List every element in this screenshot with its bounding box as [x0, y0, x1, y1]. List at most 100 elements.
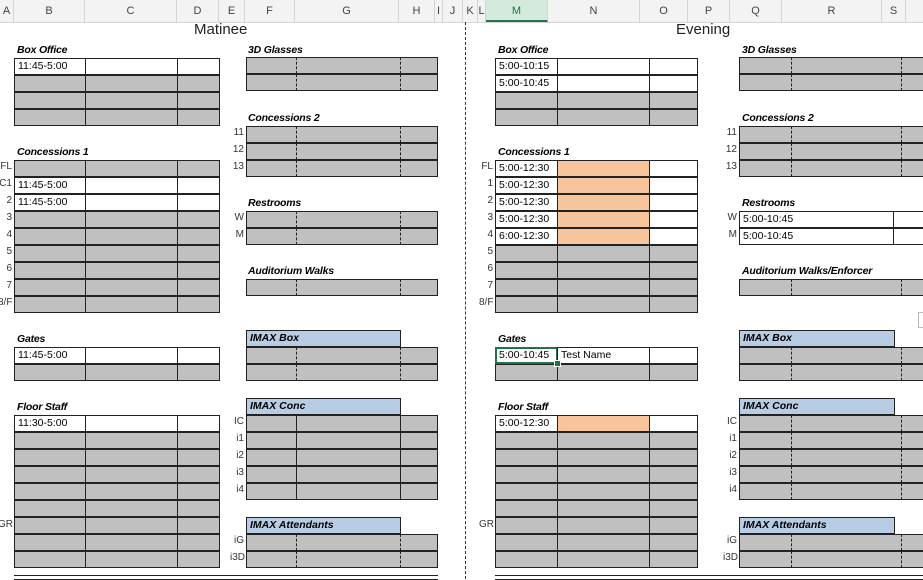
evening-imax-conc-cell[interactable]	[739, 483, 792, 500]
matinee-name-cell[interactable]	[85, 347, 178, 364]
column-header-b[interactable]: B	[14, 0, 85, 22]
matinee-concessions2-cell[interactable]	[400, 126, 438, 143]
matinee-extra-cell[interactable]	[177, 347, 220, 364]
column-header-l[interactable]: L	[478, 0, 486, 22]
evening-name-cell[interactable]	[557, 432, 650, 449]
matinee-name-cell[interactable]	[85, 551, 178, 568]
evening-extra-cell[interactable]	[649, 296, 698, 313]
evening-extra-cell[interactable]	[649, 364, 698, 381]
evening-3d-glasses-cell[interactable]	[739, 57, 792, 74]
matinee-time-cell[interactable]	[14, 245, 86, 262]
evening-imax-attendants-cell[interactable]	[739, 534, 792, 551]
evening-time-cell[interactable]	[495, 551, 558, 568]
matinee-restrooms-cell[interactable]	[400, 211, 438, 228]
evening-imax-conc-cell[interactable]	[791, 415, 902, 432]
evening-3d-glasses-cell[interactable]	[739, 74, 792, 91]
matinee-extra-cell[interactable]	[177, 160, 220, 177]
matinee-extra-cell[interactable]	[177, 466, 220, 483]
column-header-m[interactable]: M	[486, 0, 548, 22]
evening-extra-cell[interactable]	[649, 415, 698, 432]
matinee-name-cell[interactable]	[85, 296, 178, 313]
matinee-time-cell[interactable]	[14, 551, 86, 568]
matinee-imax-conc-cell[interactable]	[296, 483, 401, 500]
matinee-extra-cell[interactable]	[177, 194, 220, 211]
matinee-concessions2-cell[interactable]	[296, 160, 401, 177]
matinee-extra-cell[interactable]	[177, 228, 220, 245]
evening-time-cell[interactable]: 5:00-12:30	[495, 194, 558, 211]
evening-concessions2-cell[interactable]	[901, 160, 923, 177]
matinee-time-cell[interactable]	[14, 262, 86, 279]
matinee-name-cell[interactable]	[85, 177, 178, 194]
matinee-imax-box-cell[interactable]	[296, 364, 401, 381]
fill-handle[interactable]	[554, 360, 561, 367]
evening-imax-conc-cell[interactable]	[901, 449, 923, 466]
matinee-extra-cell[interactable]	[177, 534, 220, 551]
matinee-3d-glasses-cell[interactable]	[246, 74, 297, 91]
evening-time-cell[interactable]	[495, 449, 558, 466]
matinee-time-cell[interactable]: 11:45-5:00	[14, 347, 86, 364]
evening-time-cell[interactable]	[495, 500, 558, 517]
matinee-imax-conc-cell[interactable]	[296, 432, 401, 449]
matinee-imax-attendants-cell[interactable]	[400, 534, 438, 551]
matinee-name-cell[interactable]	[85, 194, 178, 211]
evening-imax-attendants-cell[interactable]	[901, 534, 923, 551]
matinee-restrooms-cell[interactable]	[246, 228, 297, 245]
matinee-3d-glasses-cell[interactable]	[296, 57, 401, 74]
evening-restroom-extra-cell[interactable]	[893, 211, 923, 228]
matinee-time-cell[interactable]	[14, 500, 86, 517]
column-header-f[interactable]: F	[245, 0, 295, 22]
matinee-name-cell[interactable]	[85, 483, 178, 500]
evening-time-cell[interactable]: 5:00-12:30	[495, 177, 558, 194]
matinee-extra-cell[interactable]	[177, 449, 220, 466]
matinee-time-cell[interactable]	[14, 432, 86, 449]
evening-3d-glasses-cell[interactable]	[791, 57, 902, 74]
evening-name-cell[interactable]	[557, 177, 650, 194]
matinee-3d-glasses-cell[interactable]	[296, 74, 401, 91]
column-header-h[interactable]: H	[399, 0, 435, 22]
matinee-time-cell[interactable]	[14, 534, 86, 551]
scroll-edge-tab[interactable]	[918, 312, 923, 328]
evening-imax-box-cell[interactable]	[901, 364, 923, 381]
evening-name-cell[interactable]	[557, 364, 650, 381]
matinee-name-cell[interactable]	[85, 466, 178, 483]
matinee-imax-conc-cell[interactable]	[400, 466, 438, 483]
matinee-restrooms-cell[interactable]	[296, 228, 401, 245]
evening-imax-box-cell[interactable]	[739, 347, 792, 364]
matinee-name-cell[interactable]	[85, 109, 178, 126]
evening-extra-cell[interactable]	[649, 228, 698, 245]
evening-name-cell[interactable]	[557, 534, 650, 551]
evening-time-cell[interactable]: 5:00-10:45	[495, 347, 558, 364]
matinee-name-cell[interactable]	[85, 160, 178, 177]
matinee-imax-attendants-cell[interactable]	[296, 551, 401, 568]
matinee-extra-cell[interactable]	[177, 364, 220, 381]
evening-name-cell[interactable]	[557, 483, 650, 500]
matinee-name-cell[interactable]	[85, 364, 178, 381]
evening-imax-conc-cell[interactable]	[739, 432, 792, 449]
matinee-restrooms-cell[interactable]	[246, 211, 297, 228]
matinee-auditorium-walks-cell[interactable]	[246, 279, 297, 296]
matinee-time-cell[interactable]	[14, 279, 86, 296]
matinee-concessions2-cell[interactable]	[246, 160, 297, 177]
evening-extra-cell[interactable]	[649, 177, 698, 194]
evening-extra-cell[interactable]	[649, 262, 698, 279]
matinee-name-cell[interactable]	[85, 262, 178, 279]
evening-extra-cell[interactable]	[649, 449, 698, 466]
matinee-time-cell[interactable]	[14, 449, 86, 466]
matinee-imax-conc-cell[interactable]	[400, 432, 438, 449]
matinee-extra-cell[interactable]	[177, 245, 220, 262]
evening-concessions2-cell[interactable]	[791, 143, 902, 160]
evening-imax-conc-cell[interactable]	[901, 466, 923, 483]
matinee-extra-cell[interactable]	[177, 279, 220, 296]
evening-name-cell[interactable]	[557, 109, 650, 126]
matinee-name-cell[interactable]	[85, 534, 178, 551]
evening-imax-box-cell[interactable]	[791, 347, 902, 364]
matinee-imax-conc-cell[interactable]	[296, 466, 401, 483]
matinee-imax-conc-cell[interactable]	[246, 432, 297, 449]
evening-auditorium-walks-cell[interactable]	[739, 279, 792, 296]
matinee-name-cell[interactable]	[85, 245, 178, 262]
matinee-imax-box-cell[interactable]	[296, 347, 401, 364]
matinee-name-cell[interactable]	[85, 58, 178, 75]
evening-concessions2-cell[interactable]	[901, 126, 923, 143]
evening-time-cell[interactable]: 5:00-10:45	[495, 75, 558, 92]
matinee-3d-glasses-cell[interactable]	[400, 74, 438, 91]
